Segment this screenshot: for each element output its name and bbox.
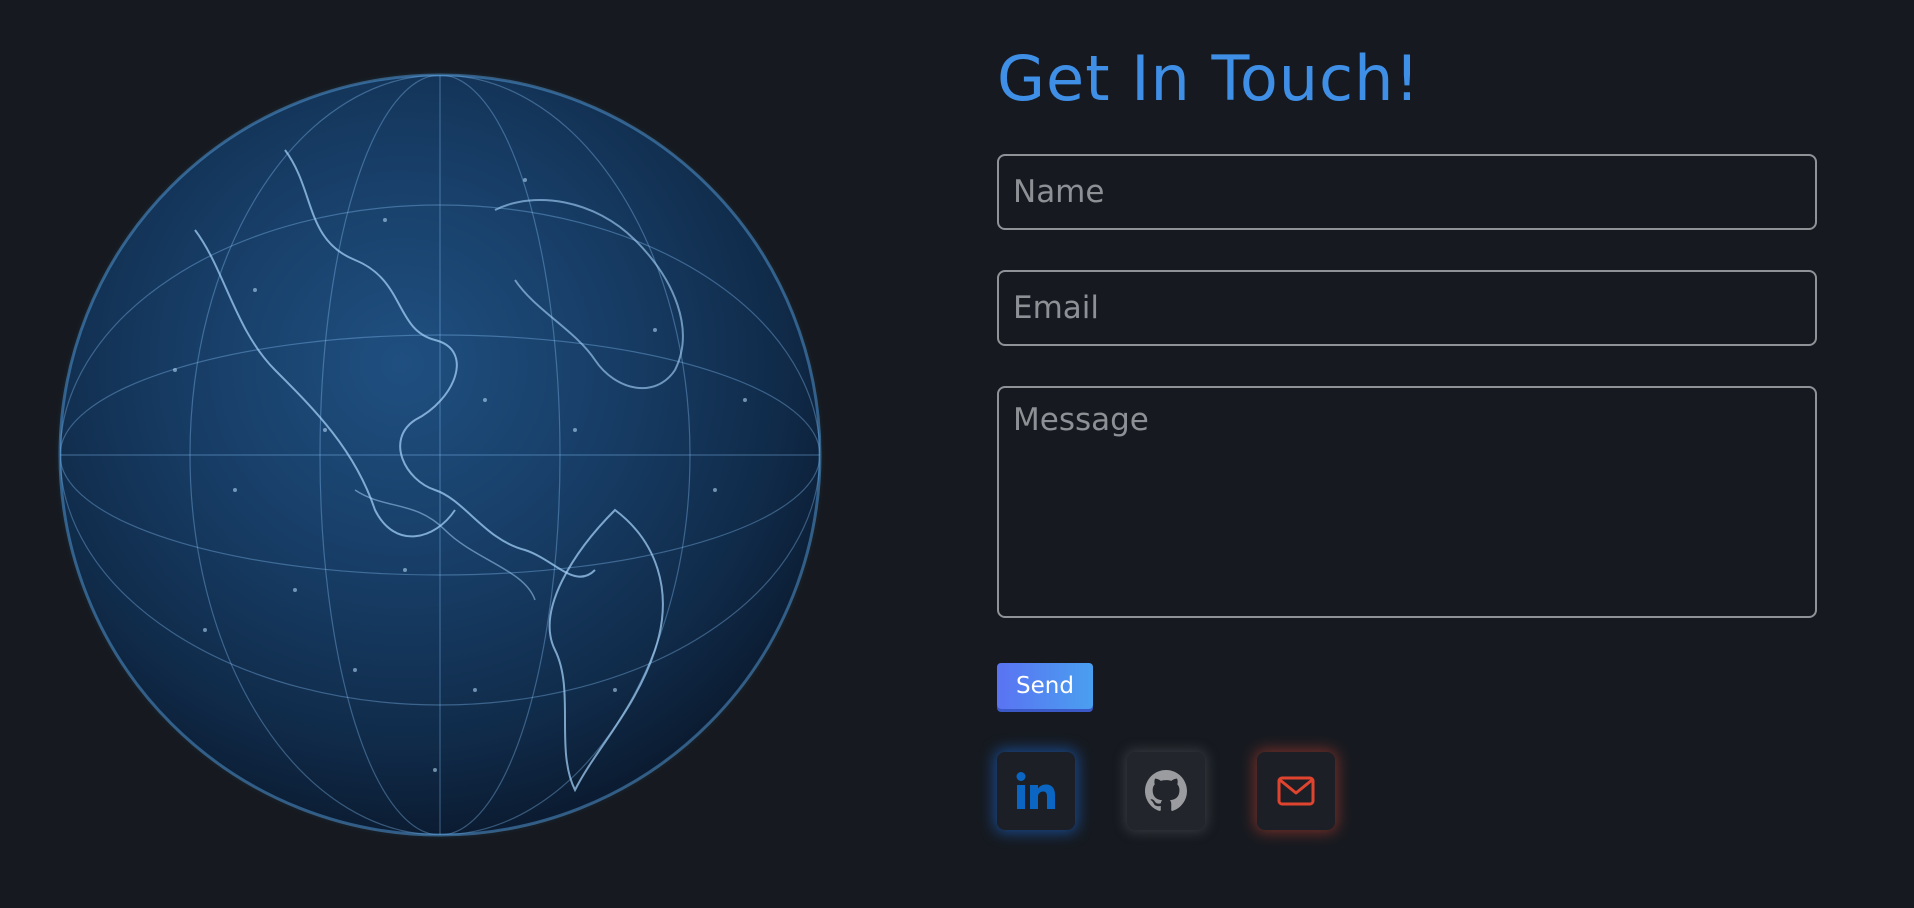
mail-icon xyxy=(1277,776,1315,806)
name-input[interactable] xyxy=(997,154,1817,230)
linkedin-icon xyxy=(1014,769,1058,813)
email-input[interactable] xyxy=(997,270,1817,346)
page-title: Get In Touch! xyxy=(997,42,1421,115)
github-button[interactable] xyxy=(1127,752,1205,830)
github-icon xyxy=(1145,770,1187,812)
earth-globe-image xyxy=(55,70,825,840)
linkedin-button[interactable] xyxy=(997,752,1075,830)
contact-page: Get In Touch! Send xyxy=(0,0,1914,908)
send-button[interactable]: Send xyxy=(997,663,1093,709)
contact-form: Get In Touch! Send xyxy=(997,0,1817,908)
message-textarea[interactable] xyxy=(997,386,1817,618)
email-button[interactable] xyxy=(1257,752,1335,830)
